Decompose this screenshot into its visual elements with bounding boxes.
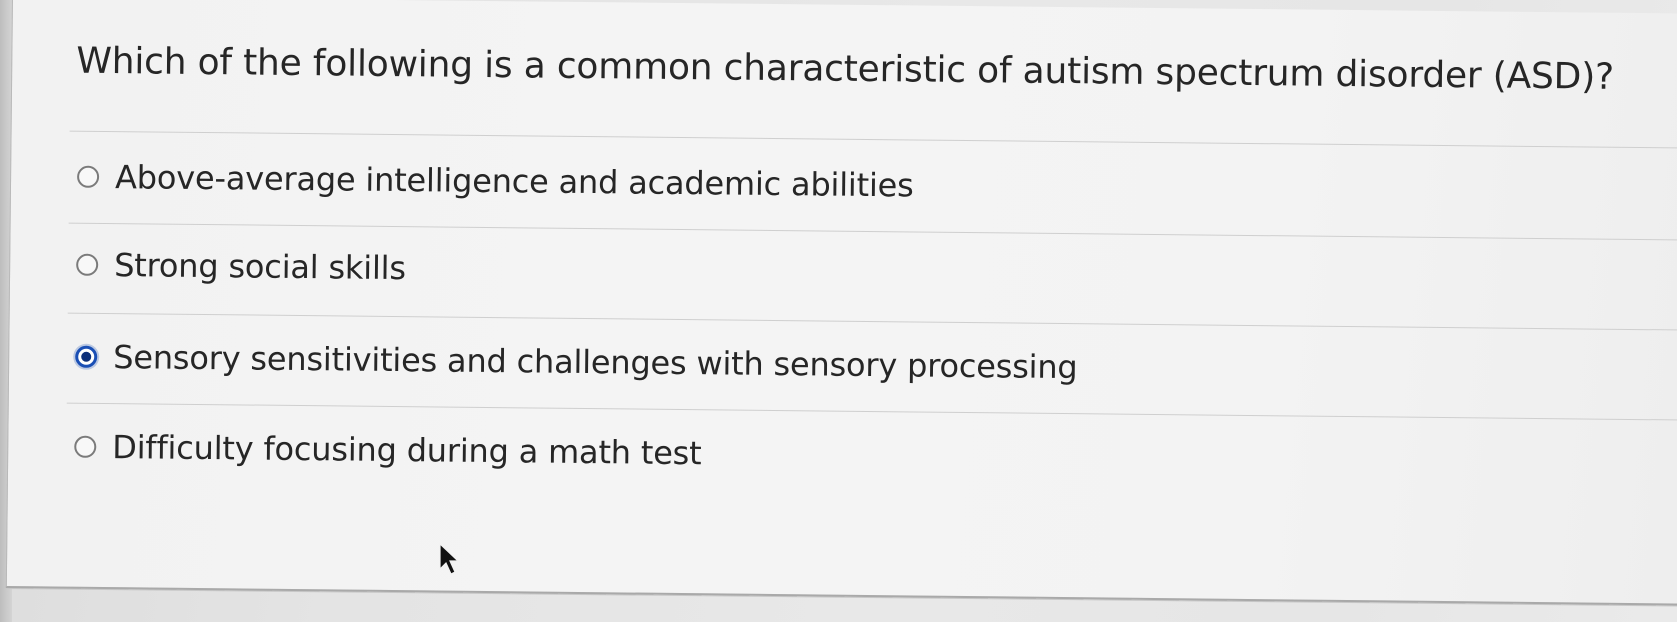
answer-option-2[interactable]: Strong social skills xyxy=(76,243,406,290)
question-text: Which of the following is a common chara… xyxy=(76,40,1615,98)
divider xyxy=(69,130,1677,149)
answer-option-3[interactable]: Sensory sensitivities and challenges wit… xyxy=(75,335,1078,389)
question-card: Which of the following is a common chara… xyxy=(5,0,1677,606)
answer-option-4[interactable]: Difficulty focusing during a math test xyxy=(74,425,702,476)
radio-button-3-selected[interactable] xyxy=(75,345,98,368)
answer-option-label: Above-average intelligence and academic … xyxy=(114,158,914,205)
answer-option-label: Strong social skills xyxy=(113,246,406,288)
mouse-pointer-icon xyxy=(439,542,460,575)
answer-option-label: Sensory sensitivities and challenges wit… xyxy=(113,338,1078,387)
answer-option-1[interactable]: Above-average intelligence and academic … xyxy=(76,155,914,208)
divider xyxy=(67,312,1677,331)
answer-option-label: Difficulty focusing during a math test xyxy=(112,428,702,473)
radio-button-2[interactable] xyxy=(76,253,99,276)
divider xyxy=(66,402,1677,421)
radio-button-1[interactable] xyxy=(76,165,100,188)
divider xyxy=(68,222,1677,241)
radio-button-4[interactable] xyxy=(74,435,97,458)
